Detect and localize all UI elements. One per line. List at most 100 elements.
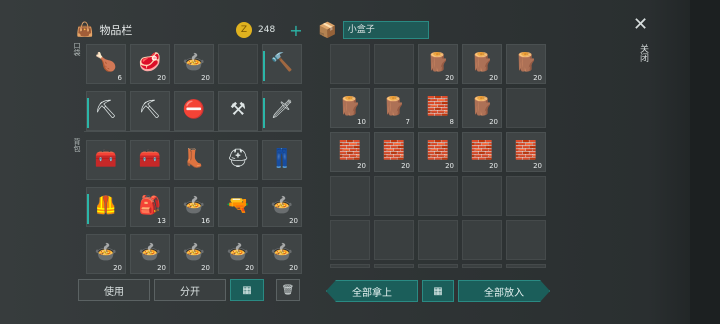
use-button[interactable]: 使用 [78,279,150,301]
container-slot[interactable] [330,264,370,268]
container-slot[interactable]: 🧱 20 [462,132,502,172]
food-bowl-icon: 🍲 [94,242,118,264]
inventory-slot[interactable]: 🍲 16 [174,187,214,227]
container-slot[interactable] [330,220,370,260]
pickaxe-icon: ⛏ [94,99,118,121]
inventory-slot[interactable]: ⛏ [130,91,170,131]
container-slot[interactable] [418,176,458,216]
container-slot[interactable] [374,220,414,260]
inventory-slot[interactable]: 🍲 20 [86,234,126,274]
coin-icon: Z [236,22,252,38]
container-slot[interactable]: 🪵 20 [462,88,502,128]
inventory-slot[interactable]: 🍲 20 [174,234,214,274]
container-slot[interactable] [506,88,546,128]
item-quantity: 20 [445,162,454,170]
inventory-slot[interactable]: 🧰 [130,140,170,180]
equipped-marker [87,98,89,128]
container-slot[interactable] [462,176,502,216]
wood-plank-icon: 🪵 [338,96,362,118]
item-quantity: 10 [357,118,366,126]
add-coin-button[interactable]: + [289,21,302,40]
inventory-slot[interactable]: 👖 [262,140,302,180]
container-slot[interactable]: 🪵 20 [418,44,458,84]
inventory-slot[interactable]: 🍲 20 [130,234,170,274]
inventory-header: 👜 物品栏 [76,18,132,42]
container-sort-button[interactable]: ▦ [422,280,454,302]
item-quantity: 20 [113,264,122,272]
container-slot[interactable]: 🧱 8 [418,88,458,128]
food-bowl-icon: 🍲 [138,242,162,264]
inventory-slot[interactable]: 🧰 [86,140,126,180]
container-slot[interactable]: 🪵 7 [374,88,414,128]
item-quantity: 20 [489,118,498,126]
machete-icon: 🗡 [270,99,294,121]
split-button[interactable]: 分开 [154,279,226,301]
container-slot[interactable]: 🧱 20 [330,132,370,172]
container-slot[interactable] [462,220,502,260]
inventory-slot[interactable]: 🔫 [218,187,258,227]
trash-button[interactable]: 🗑 [276,279,300,301]
container-slot[interactable] [506,220,546,260]
inventory-slot[interactable]: 🍲 20 [174,44,214,84]
stone-block-icon: 🧱 [338,140,362,162]
inventory-slot[interactable]: 🍲 20 [218,234,258,274]
shovel-icon: ⚒ [229,99,247,121]
backpack-label: 背包 [73,138,81,152]
container-slot[interactable] [462,264,502,268]
food-bowl-icon: 🍲 [182,195,206,217]
inventory-slot[interactable]: 🔨 [262,44,302,84]
container-slot[interactable]: 🪵 10 [330,88,370,128]
item-quantity: 20 [201,264,210,272]
wood-plank-icon: 🪵 [426,52,450,74]
item-quantity: 13 [157,217,166,225]
take-all-button[interactable]: 全部拿上 [326,280,418,302]
inventory-slot[interactable]: 🥩 20 [130,44,170,84]
container-slot[interactable]: 🪵 20 [506,44,546,84]
container-slot[interactable] [330,176,370,216]
inventory-slot[interactable]: ⛏ [86,91,126,131]
toolbox-icon: 🧰 [94,148,118,170]
inventory-slot[interactable]: 🍲 20 [262,187,302,227]
food-bowl-icon: 🍲 [270,195,294,217]
close-icon[interactable]: ✕ [633,14,648,35]
sort-grid-button[interactable]: ▦ [230,279,264,301]
inventory-slot[interactable]: 🎒 13 [130,187,170,227]
inventory-slot[interactable]: 🍗 6 [86,44,126,84]
container-slot[interactable] [374,44,414,84]
item-quantity: 16 [201,217,210,225]
inventory-slot[interactable]: ⛑ [218,140,258,180]
container-slot[interactable] [418,220,458,260]
inventory-slot[interactable]: 🗡 [262,91,302,131]
equipped-marker [263,51,265,81]
item-quantity: 20 [357,162,366,170]
container-slot[interactable]: 🧱 20 [506,132,546,172]
container-name-field[interactable]: 小盒子 [342,21,429,39]
food-bowl-icon: 🍲 [182,52,206,74]
container-slot[interactable] [418,264,458,268]
inventory-slot[interactable]: 🍲 20 [262,234,302,274]
coin-display: Z 248 + [236,18,303,42]
inventory-slot[interactable]: ⚒ [218,91,258,131]
container-slot[interactable]: 🧱 20 [374,132,414,172]
container-slot[interactable] [374,176,414,216]
food-bowl-icon: 🍲 [270,242,294,264]
boots-icon: 👢 [182,148,206,170]
inventory-slot[interactable] [218,44,258,84]
container-slot[interactable] [330,44,370,84]
inventory-slot[interactable]: 👢 [174,140,214,180]
container-slot[interactable]: 🪵 20 [462,44,502,84]
coin-count: 248 [258,25,276,35]
put-all-button[interactable]: 全部放入 [458,280,550,302]
close-label[interactable]: 关闭 [637,44,650,62]
container-slot[interactable] [506,264,546,268]
item-quantity: 20 [489,162,498,170]
inventory-slot[interactable]: 🦺 [86,187,126,227]
inventory-slot[interactable]: ⛔ [174,91,214,131]
inventory-title: 物品栏 [99,24,133,37]
item-quantity: 20 [401,162,410,170]
container-slot[interactable] [506,176,546,216]
trash-icon: 🗑 [281,284,295,296]
container-slot[interactable]: 🧱 20 [418,132,458,172]
item-quantity: 20 [201,74,210,82]
container-slot[interactable] [374,264,414,268]
